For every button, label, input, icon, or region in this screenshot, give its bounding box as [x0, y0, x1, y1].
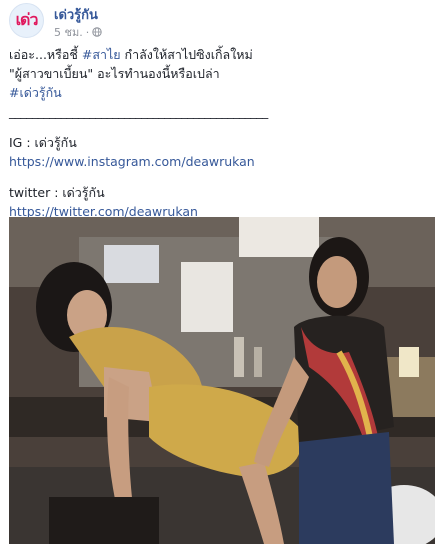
post-line-1-suffix: กำลังให้สาไปซิงเกิ้ลใหม่: [120, 47, 253, 62]
post-body: เอ่อะ...หรือชี้ #สาไย กำลังให้สาไปซิงเกิ…: [9, 45, 429, 221]
instagram-link[interactable]: https://www.instagram.com/deawrukan: [9, 152, 429, 171]
globe-icon[interactable]: [92, 27, 102, 37]
twitter-label: twitter : เด่วรู้กัน: [9, 185, 105, 200]
post-photo[interactable]: [9, 217, 435, 544]
page-hashtag-link[interactable]: #เด่วรู้กัน: [9, 83, 429, 102]
avatar-logo-text: เด่ว: [15, 10, 39, 29]
meta-separator: ·: [85, 25, 90, 39]
page-name-link[interactable]: เด่วรู้กัน: [54, 4, 98, 25]
post-line-1: เอ่อะ...หรือชี้ #สาไย กำลังให้สาไปซิงเกิ…: [9, 45, 429, 64]
post-line-2: "ผู้สาวขาเบี้ยน" อะไรทำนองนี้หรือเปล่า: [9, 66, 220, 81]
instagram-label: IG : เด่วรู้กัน: [9, 135, 77, 150]
hashtag-link[interactable]: #สาไย: [82, 47, 121, 62]
photo-illustration: [9, 217, 435, 544]
post-header: เด่ว เด่วรู้กัน 5 ชม. ·: [9, 3, 426, 39]
post-line-1-prefix: เอ่อะ...หรือชี้: [9, 47, 82, 62]
text-divider: ________________________________________…: [9, 104, 268, 119]
post-timestamp[interactable]: 5 ชม.: [54, 23, 83, 41]
post-meta: 5 ชม. ·: [54, 23, 102, 41]
page-avatar[interactable]: เด่ว: [9, 3, 44, 38]
